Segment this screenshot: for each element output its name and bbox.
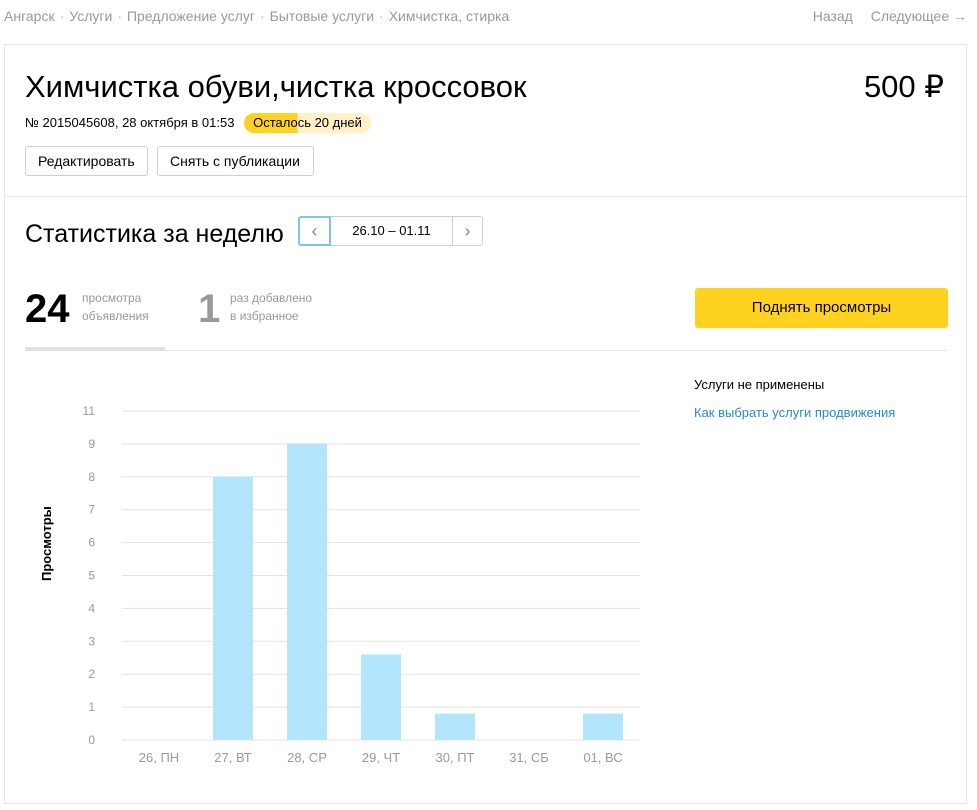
- y-tick-label: 5: [88, 569, 95, 583]
- breadcrumb-item-city[interactable]: Ангарск: [4, 8, 55, 24]
- y-tick-label: 3: [88, 634, 95, 648]
- y-tick-label: 2: [88, 667, 95, 681]
- favorites-count[interactable]: 1: [198, 287, 220, 331]
- week-selector: ‹ 26.10 – 01.11 ›: [298, 216, 483, 246]
- ad-number-date: № 2015045608, 28 октября в 01:53: [25, 115, 235, 130]
- days-left-badge: Осталось 20 дней: [244, 113, 371, 133]
- favorites-label-line2: в избранное: [230, 309, 299, 323]
- back-link[interactable]: Назад: [813, 8, 853, 24]
- x-tick-label: 28, СР: [287, 750, 327, 765]
- x-tick-label: 30, ПТ: [436, 750, 475, 765]
- views-label-line1: просмотра: [82, 291, 142, 305]
- bar-6[interactable]: [583, 713, 623, 740]
- breadcrumb-item-offer[interactable]: Предложение услуг: [127, 8, 255, 24]
- y-tick-label: 1: [88, 700, 95, 714]
- x-tick-label: 31, СБ: [509, 750, 549, 765]
- unpublish-button[interactable]: Снять с публикации: [157, 146, 314, 176]
- chevron-right-icon[interactable]: ›: [452, 216, 483, 246]
- y-tick-label: 11: [83, 404, 96, 418]
- x-tick-label: 29, ЧТ: [362, 750, 400, 765]
- active-tab-indicator: [25, 347, 165, 351]
- edit-button[interactable]: Редактировать: [25, 146, 148, 176]
- y-tick-label: 8: [88, 470, 95, 484]
- ad-price: 500 ₽: [863, 69, 944, 104]
- breadcrumb-item-services[interactable]: Услуги: [69, 8, 112, 24]
- promo-status: Услуги не применены: [694, 377, 825, 392]
- bar-3[interactable]: [361, 654, 401, 740]
- section-divider: [5, 196, 966, 197]
- y-tick-label: 9: [88, 437, 95, 451]
- y-tick-label: 0: [88, 733, 95, 747]
- bar-1[interactable]: [213, 476, 253, 740]
- breadcrumb-item-household[interactable]: Бытовые услуги: [270, 8, 374, 24]
- views-count[interactable]: 24: [25, 287, 70, 331]
- breadcrumb-separator: ·: [379, 8, 384, 24]
- y-tick-label: 7: [88, 503, 95, 517]
- chart-svg: 0 1 2 3 4 5 6 7 8 9 11 26, ПН 27, ВТ 28, СР 29, ЧТ 30, …: [83, 404, 640, 765]
- breadcrumb-separator: ·: [259, 8, 265, 24]
- breadcrumb: Ангарск · Услуги · Предложение услуг · Бытовые…: [4, 8, 509, 24]
- breadcrumb-separator: ·: [117, 8, 122, 24]
- chart-ylabel: Просмотры: [39, 506, 54, 581]
- breadcrumb-item-cleaning[interactable]: Химчистка, стирка: [389, 8, 510, 24]
- x-tick-label: 26, ПН: [139, 750, 179, 765]
- top-bar: Ангарск · Услуги · Предложение услуг · Бытовые…: [0, 0, 977, 34]
- favorites-label: раз добавлено в избранное: [230, 289, 312, 325]
- x-tick-label: 27, ВТ: [214, 750, 251, 765]
- stats-title: Статистика за неделю: [25, 220, 284, 248]
- bar-2[interactable]: [287, 443, 327, 740]
- week-range: 26.10 – 01.11: [331, 216, 452, 246]
- promo-help-link[interactable]: Как выбрать услуги продвижения: [694, 405, 895, 420]
- ad-navigation: Назад Следующее →: [799, 8, 967, 24]
- next-link[interactable]: Следующее →: [871, 8, 967, 24]
- ad-title: Химчистка обуви,чистка кроссовок: [25, 69, 527, 104]
- x-tick-label: 01, ВС: [583, 750, 622, 765]
- views-chart: Просмотры 0 1 2 3 4 5 6 7 8 9 11 26, ПН 27, ВТ 28, СР…: [25, 385, 665, 810]
- favorites-label-line1: раз добавлено: [230, 291, 313, 305]
- ad-card: Химчистка обуви,чистка кроссовок 500 ₽ №…: [4, 44, 967, 804]
- breadcrumb-separator: ·: [59, 8, 65, 24]
- views-label-line2: объявления: [82, 309, 149, 323]
- chevron-left-icon[interactable]: ‹: [298, 216, 331, 246]
- ad-meta: № 2015045608, 28 октября в 01:53 Осталос…: [25, 113, 371, 133]
- y-tick-label: 4: [88, 601, 95, 615]
- boost-views-button[interactable]: Поднять просмотры: [695, 288, 948, 328]
- views-label: просмотра объявления: [82, 289, 149, 325]
- bar-4[interactable]: [435, 713, 475, 740]
- y-tick-label: 6: [88, 536, 95, 550]
